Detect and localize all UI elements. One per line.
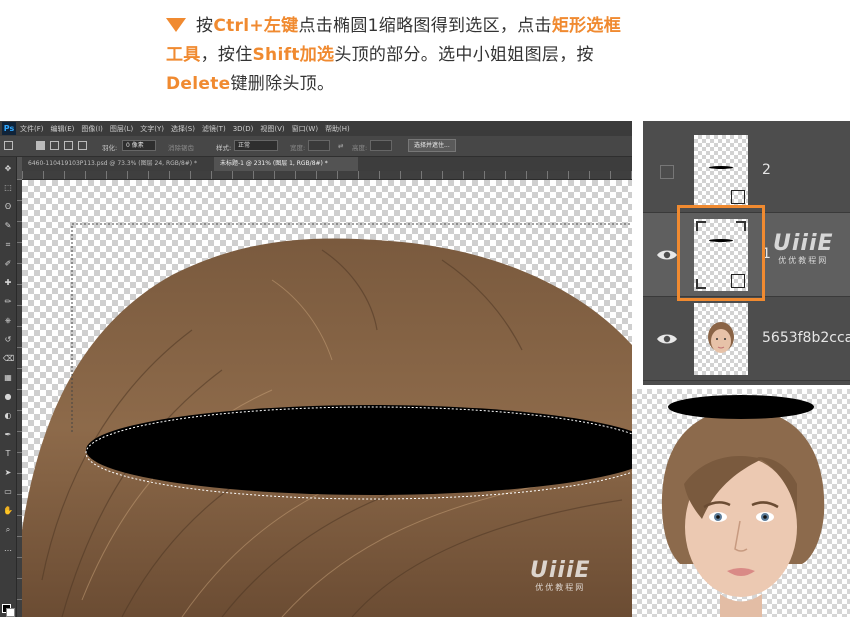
layer-thumbnail[interactable] (694, 135, 748, 207)
menu-item[interactable]: 窗口(W) (292, 125, 318, 133)
options-bar: 羽化: 0 像素 消除锯齿 样式: 正常 宽度: ⇄ 高度: 选择并遮住... (0, 136, 632, 157)
feather-label: 羽化: (102, 144, 118, 152)
eye-icon[interactable] (656, 247, 678, 263)
crop-icon[interactable]: ⌗ (3, 241, 13, 249)
menu-item[interactable]: 编辑(E) (51, 125, 75, 133)
menu-items: 文件(F) 编辑(E) 图像(I) 图层(L) 文字(Y) 选择(S) 滤镜(T) 3D(D)… (20, 124, 357, 134)
layer-row-2[interactable]: 2 (643, 129, 850, 213)
menu-item[interactable]: 文字(Y) (140, 125, 164, 133)
face-preview-illustration (661, 395, 825, 617)
eye-icon[interactable] (656, 331, 678, 347)
pen-icon[interactable]: ✒ (3, 431, 13, 439)
swap-icon[interactable]: ⇄ (338, 142, 343, 150)
triangle-bullet-icon (166, 18, 186, 32)
quick-select-icon[interactable]: ✎ (3, 222, 13, 230)
add-selection-icon[interactable] (50, 141, 59, 150)
menu-item[interactable]: 帮助(H) (325, 125, 350, 133)
menu-item[interactable]: 图层(L) (110, 125, 133, 133)
marquee-icon[interactable]: ⬚ (3, 184, 13, 192)
height-label: 高度: (352, 144, 368, 152)
menu-item[interactable]: 选择(S) (171, 125, 195, 133)
hand-icon[interactable]: ✋ (3, 507, 13, 515)
lasso-icon[interactable]: ʘ (3, 203, 13, 211)
highlight-frame (677, 205, 765, 301)
watermark: UiiiE 优优教程网 (773, 231, 834, 266)
dodge-icon[interactable]: ◐ (3, 412, 13, 420)
menu-bar: Ps 文件(F) 编辑(E) 图像(I) 图层(L) 文字(Y) 选择(S) 滤镜(T) 3D… (0, 121, 632, 136)
layer-thumbnail[interactable] (694, 303, 748, 375)
width-label: 宽度: (290, 144, 306, 152)
move-icon[interactable]: ✥ (3, 165, 13, 173)
eyedropper-icon[interactable]: ✐ (3, 260, 13, 268)
antialias-checkbox[interactable]: 消除锯齿 (168, 142, 194, 152)
shape-icon[interactable]: ▭ (3, 488, 13, 496)
layer-name: 5653f8b2cca (762, 330, 850, 346)
style-select[interactable]: 正常 (234, 140, 278, 151)
feather-input[interactable]: 0 像素 (122, 140, 156, 151)
stamp-icon[interactable]: ⎈ (3, 317, 13, 325)
layer-name: 2 (762, 162, 771, 178)
eraser-icon[interactable]: ⌫ (3, 355, 14, 363)
width-input[interactable] (308, 140, 330, 151)
select-and-mask-button[interactable]: 选择并遮住... (408, 139, 456, 152)
menu-item[interactable]: 图像(I) (81, 125, 103, 133)
watermark: UiiiE 优优教程网 (530, 558, 591, 593)
style-label: 样式: (216, 144, 232, 152)
menu-item[interactable]: 滤镜(T) (202, 125, 226, 133)
black-ellipse (86, 405, 632, 495)
gradient-icon[interactable]: ▦ (3, 374, 13, 382)
zoom-icon[interactable]: ⌕ (3, 526, 13, 534)
vector-mask-icon (731, 190, 745, 204)
more-icon[interactable]: … (3, 545, 13, 553)
brush-icon[interactable]: ✏ (3, 298, 13, 306)
tab-psd-document[interactable]: 6460-110419103P113.psd @ 73.3% (图层 24, R… (22, 157, 214, 171)
face-thumbnail (708, 322, 734, 353)
subtract-selection-icon[interactable] (64, 141, 73, 150)
ellipse-thumbnail-shape (709, 166, 733, 169)
photoshop-window: Ps 文件(F) 编辑(E) 图像(I) 图层(L) 文字(Y) 选择(S) 滤镜(T) 3D… (0, 121, 632, 617)
visibility-toggle-icon[interactable] (660, 165, 674, 179)
background-color-swatch[interactable] (6, 608, 15, 617)
document-canvas[interactable]: UiiiE 优优教程网 (22, 180, 632, 617)
type-icon[interactable]: T (3, 450, 13, 458)
document-tabs: 6460-110419103P113.psd @ 73.3% (图层 24, R… (22, 157, 632, 171)
history-brush-icon[interactable]: ↺ (3, 336, 13, 344)
menu-item[interactable]: 文件(F) (20, 125, 44, 133)
tab-untitled-document[interactable]: 未标题-1 @ 231% (图层 1, RGB/8#) * (214, 157, 358, 171)
height-input[interactable] (370, 140, 392, 151)
menu-item[interactable]: 3D(D) (233, 125, 254, 133)
healing-icon[interactable]: ✚ (3, 279, 13, 287)
horizontal-ruler (22, 171, 632, 180)
menu-item[interactable]: 视图(V) (260, 125, 284, 133)
tools-panel: ✥ ⬚ ʘ ✎ ⌗ ✐ ✚ ✏ ⎈ ↺ ⌫ ▦ ● ◐ ✒ T ➤ ▭ ✋ ⌕ … (0, 157, 17, 617)
layer-row-photo[interactable]: 5653f8b2cca (643, 297, 850, 381)
new-selection-icon[interactable] (36, 141, 45, 150)
blur-icon[interactable]: ● (3, 393, 13, 401)
result-preview (632, 389, 850, 617)
canvas-artwork (22, 223, 632, 617)
marquee-tool-preset-icon[interactable] (4, 141, 13, 150)
path-select-icon[interactable]: ➤ (3, 469, 13, 477)
photoshop-logo: Ps (2, 122, 16, 135)
intersect-selection-icon[interactable] (78, 141, 87, 150)
instruction-text: 按Ctrl+左键点击椭圆1缩略图得到选区，点击矩形选框 工具，按住Shift加选… (166, 16, 622, 94)
